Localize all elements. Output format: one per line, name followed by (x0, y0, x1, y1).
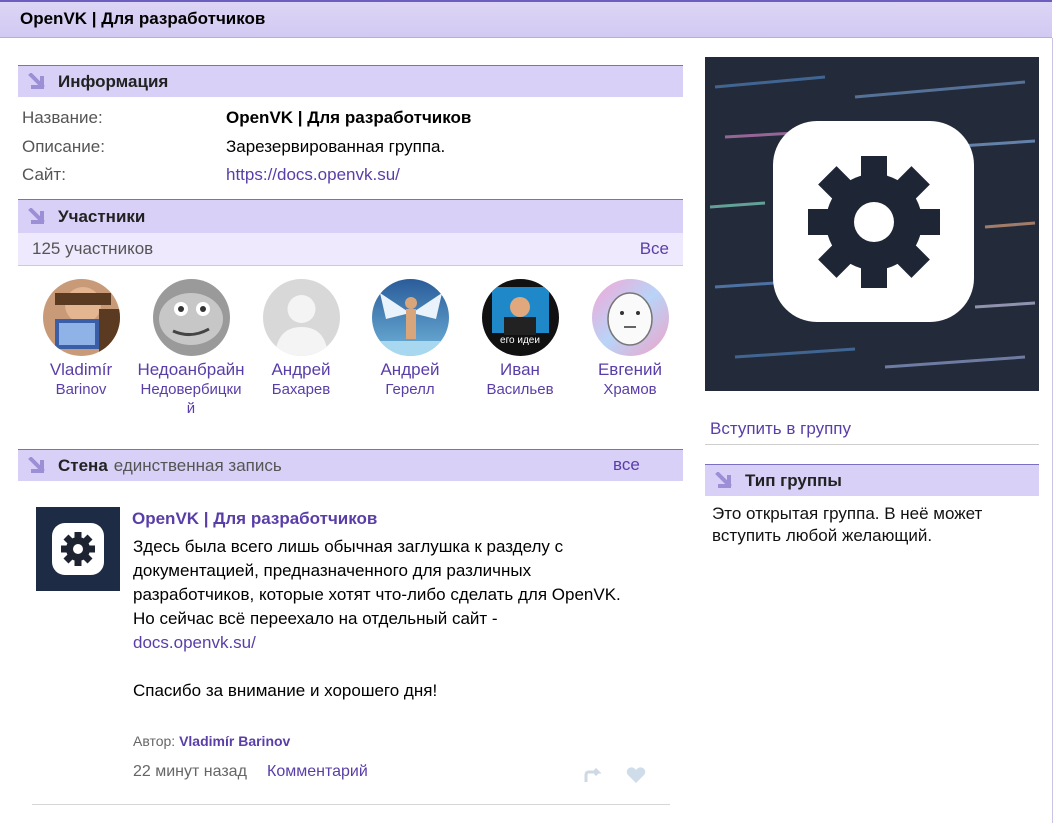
comment-link[interactable]: Комментарий (267, 763, 368, 781)
avatar[interactable] (371, 279, 449, 356)
members-count: 125 участников (32, 239, 154, 258)
like-icon[interactable] (626, 766, 646, 789)
group-type-title: Тип группы (745, 470, 842, 490)
post-text: Здесь была всего лишь обычная заглушка к… (133, 535, 653, 703)
info-label: Описание: (22, 137, 105, 156)
wall-section-header: Стена единственная запись (18, 449, 683, 481)
post-closing: Спасибо за внимание и хорошего дня! (133, 681, 438, 700)
info-section-title: Информация (58, 71, 169, 91)
member-last-name[interactable]: Barinov (27, 380, 135, 399)
repost-icon[interactable] (584, 766, 604, 789)
avatar-caption: его идеи (500, 335, 540, 346)
arrow-icon (715, 471, 733, 490)
member-last-name[interactable]: Бахарев (247, 380, 355, 399)
member-card[interactable]: Недоанбрайн Недовербицкий (137, 279, 245, 418)
member-last-name[interactable]: Герелл (356, 380, 464, 399)
member-last-name[interactable]: Храмов (576, 380, 684, 399)
arrow-icon (28, 72, 46, 91)
members-bar: 125 участников Все (18, 233, 683, 266)
member-last-name[interactable]: Недовербицкий (137, 380, 245, 418)
post-docs-link[interactable]: docs.openvk.su/ (133, 633, 256, 652)
member-last-name[interactable]: Васильев (466, 380, 574, 399)
group-name-value: OpenVK | Для разработчиков (226, 108, 472, 127)
post-author-link[interactable]: OpenVK | Для разработчиков (132, 509, 377, 529)
page-header: OpenVK | Для разработчиков (0, 0, 1052, 38)
site-link[interactable]: https://docs.openvk.su/ (226, 165, 400, 185)
avatar[interactable]: его идеи (481, 279, 559, 356)
info-label: Название: (22, 108, 103, 127)
member-card[interactable]: Андрей Бахарев (247, 279, 355, 399)
post-signed: Автор: Vladimír Barinov (133, 733, 290, 749)
member-card[interactable]: Евгений Храмов (576, 279, 684, 399)
join-divider (705, 444, 1039, 445)
member-first-name[interactable]: Недоанбрайн (137, 360, 245, 380)
members-section-title: Участники (58, 206, 146, 226)
avatar[interactable] (262, 279, 340, 356)
arrow-icon (28, 207, 46, 226)
group-type-header: Тип группы (705, 464, 1039, 496)
member-first-name[interactable]: Иван (466, 360, 574, 380)
member-card[interactable]: Vladimír Barinov (27, 279, 135, 399)
avatar[interactable] (152, 279, 230, 356)
wall-all-link[interactable]: все (613, 455, 640, 475)
post-author-avatar[interactable] (36, 507, 120, 591)
post-paragraph: Но сейчас всё переехало на отдельный сай… (133, 609, 498, 628)
post-time[interactable]: 22 минут назад (133, 763, 247, 781)
arrow-icon (28, 456, 46, 475)
member-first-name[interactable]: Vladimír (27, 360, 135, 380)
avatar[interactable] (591, 279, 669, 356)
wall-section-title: Стена (58, 455, 108, 475)
group-type-text: Это открытая группа. В неё может вступит… (712, 504, 983, 545)
member-first-name[interactable]: Андрей (356, 360, 464, 380)
member-first-name[interactable]: Андрей (247, 360, 355, 380)
info-section-header: Информация (18, 65, 683, 97)
page-title: OpenVK | Для разработчиков (20, 9, 266, 28)
content-border (1052, 38, 1053, 823)
signed-label: Автор: (133, 733, 176, 749)
info-label: Сайт: (22, 165, 66, 184)
member-first-name[interactable]: Евгений (576, 360, 684, 380)
members-all-link[interactable]: Все (640, 239, 669, 259)
group-avatar-image[interactable] (705, 57, 1039, 391)
member-card[interactable]: Андрей Герелл (356, 279, 464, 399)
signed-author-link[interactable]: Vladimír Barinov (179, 733, 290, 749)
member-card[interactable]: его идеи Иван Васильев (466, 279, 574, 399)
wall-subtitle: единственная запись (113, 455, 282, 475)
members-section-header: Участники (18, 199, 683, 233)
post-divider (32, 804, 670, 805)
description-value: Зарезервированная группа. (226, 137, 446, 156)
join-group-button[interactable]: Вступить в группу (710, 419, 851, 439)
avatar[interactable] (42, 279, 120, 356)
post-paragraph: Здесь была всего лишь обычная заглушка к… (133, 537, 621, 604)
